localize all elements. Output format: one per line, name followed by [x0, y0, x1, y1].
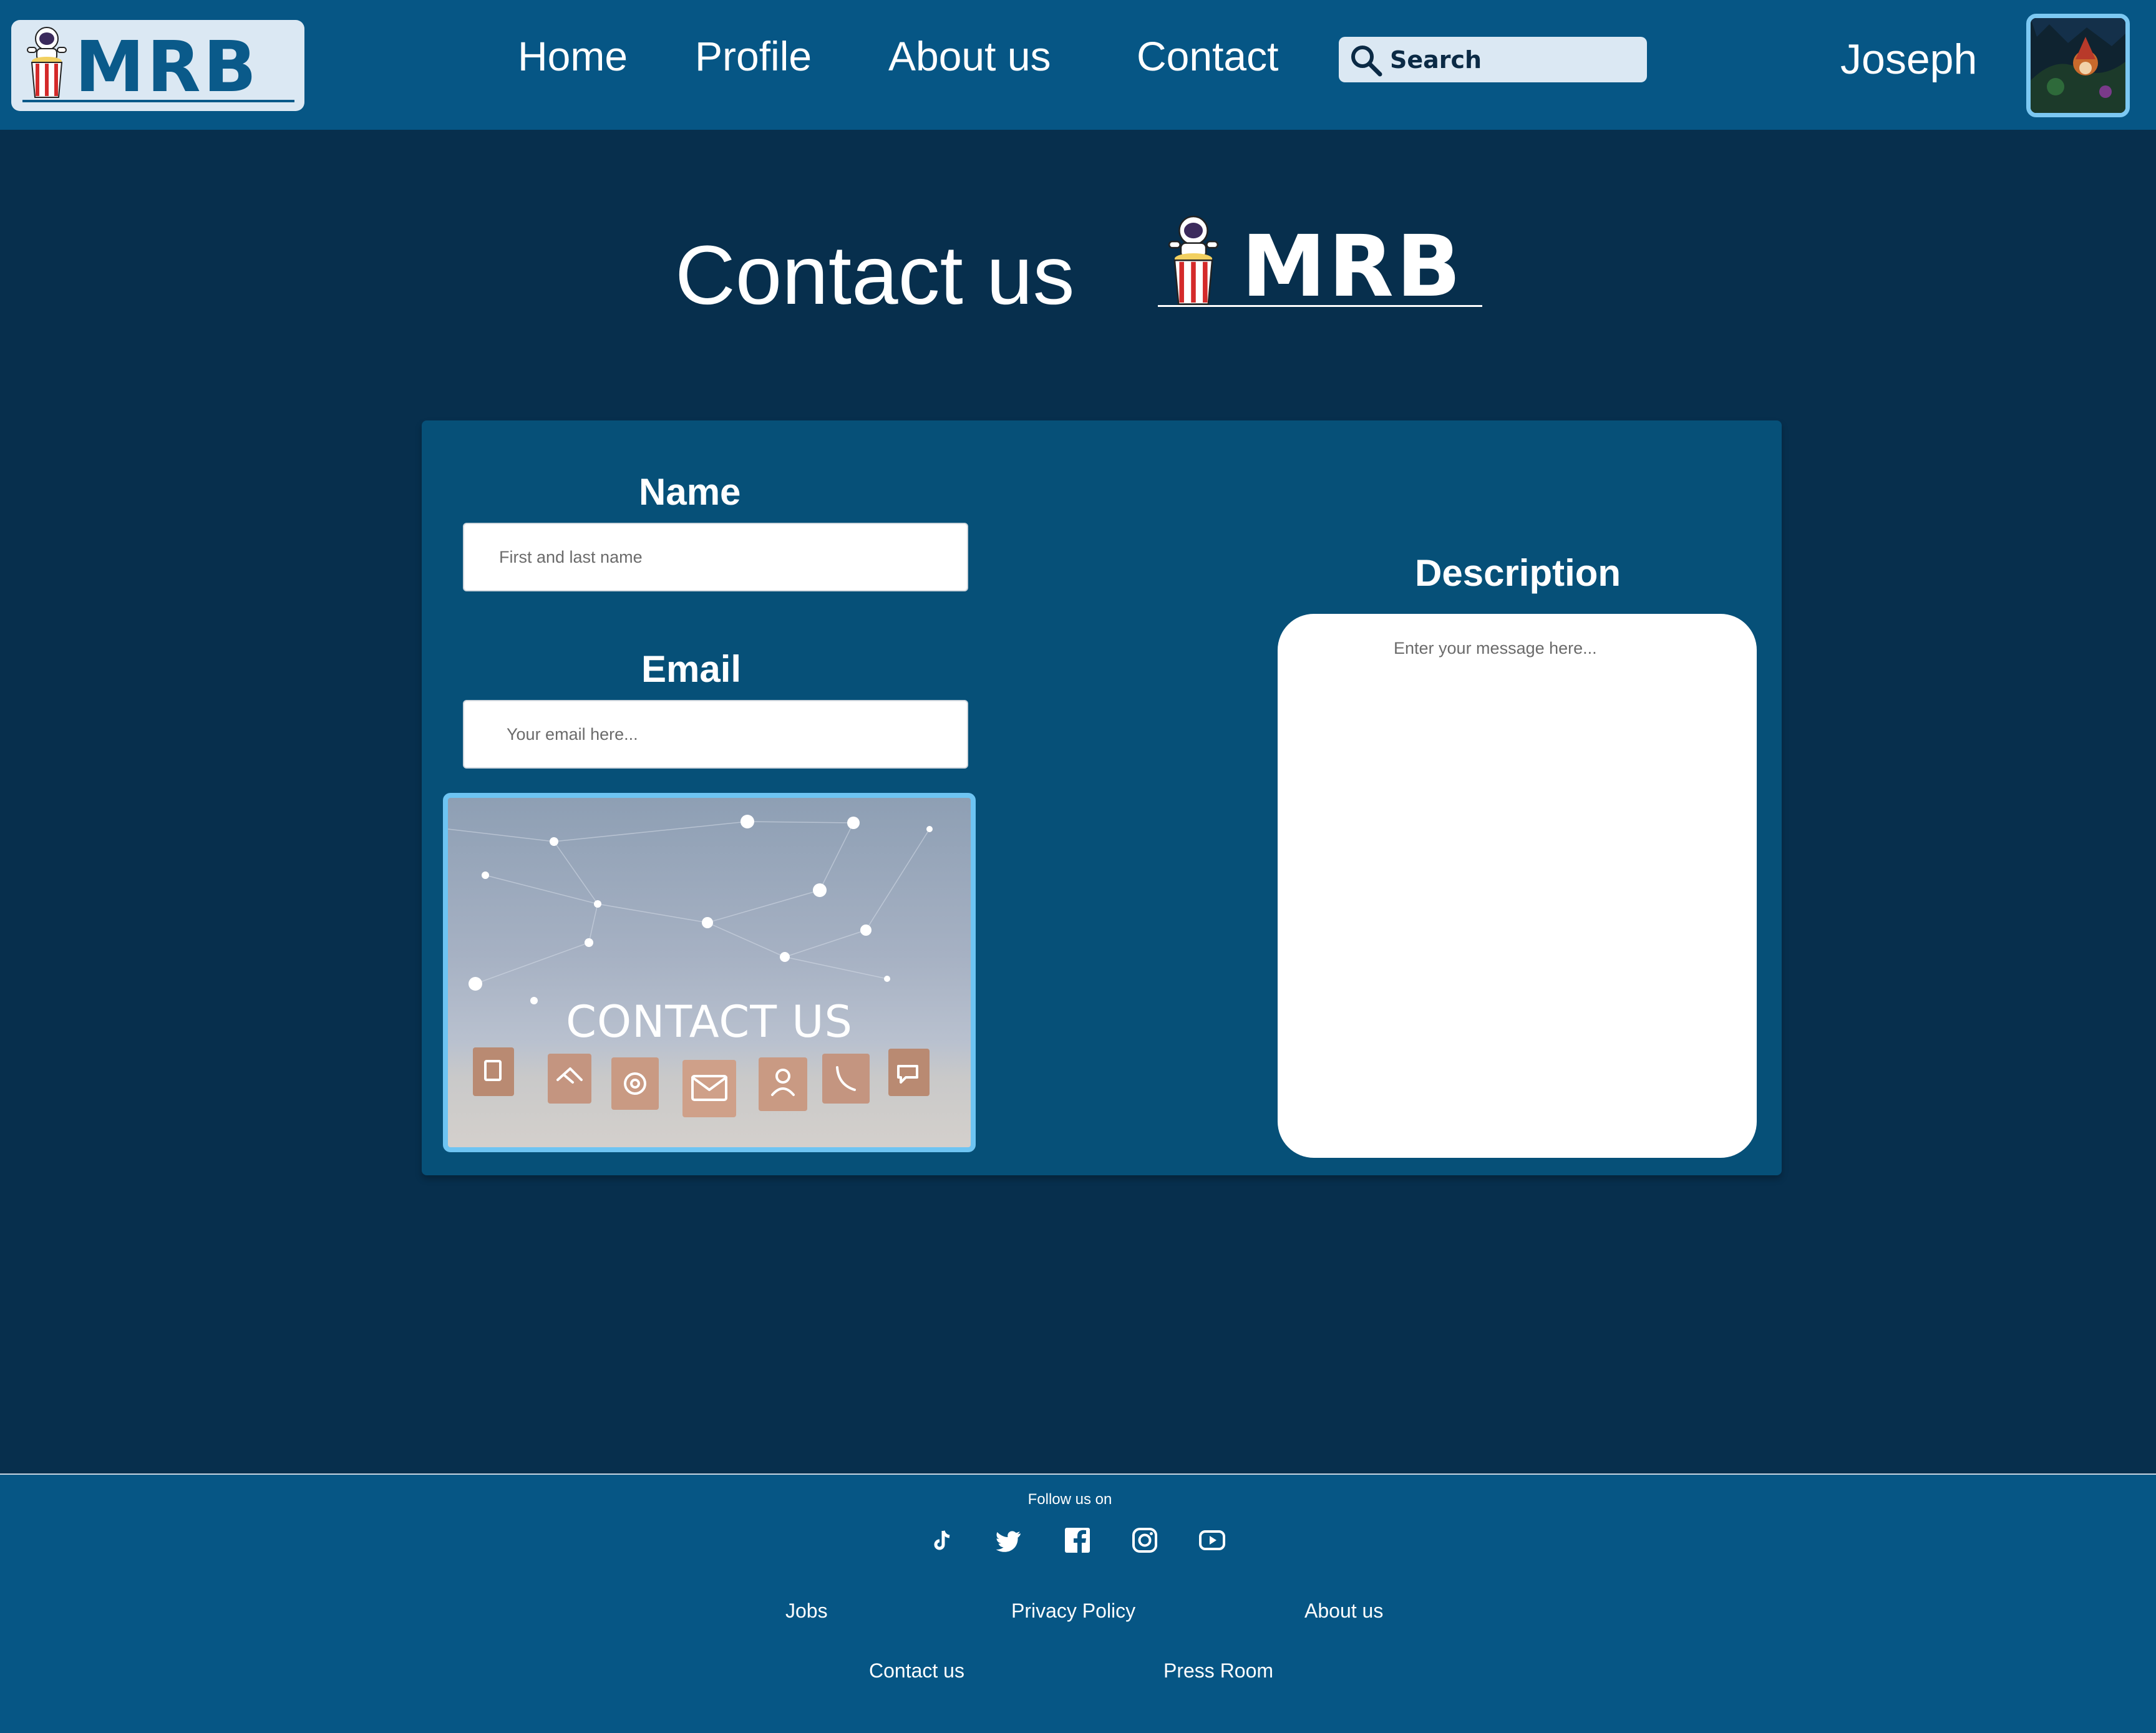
top-navigation-bar: MRB Home Profile About us Contact Joseph — [0, 0, 2156, 130]
search-box[interactable] — [1339, 37, 1647, 82]
tiktok-icon[interactable] — [928, 1526, 957, 1555]
footer-link-about-us[interactable]: About us — [1304, 1600, 1383, 1623]
youtube-icon[interactable] — [1198, 1526, 1226, 1555]
nav-contact[interactable]: Contact — [1137, 32, 1278, 80]
email-input[interactable] — [463, 700, 968, 769]
title-logo-underline — [1158, 305, 1482, 307]
instagram-icon[interactable] — [1130, 1526, 1159, 1555]
email-label: Email — [641, 648, 742, 690]
twitter-icon[interactable] — [996, 1526, 1024, 1555]
username[interactable]: Joseph — [1840, 35, 1977, 84]
contact-form-card: Name Email — [422, 420, 1782, 1175]
footer-link-press-room[interactable]: Press Room — [1163, 1659, 1273, 1682]
nav-home[interactable]: Home — [518, 32, 628, 80]
astronaut-popcorn-mascot-icon — [1168, 215, 1219, 305]
facebook-icon[interactable] — [1063, 1526, 1092, 1555]
avatar-image — [2031, 18, 2125, 113]
name-label: Name — [639, 471, 741, 513]
page-title: Contact us — [675, 229, 1075, 322]
nav-about-us[interactable]: About us — [888, 32, 1051, 80]
network-background — [448, 815, 933, 1117]
site-logo[interactable]: MRB — [11, 20, 304, 111]
astronaut-popcorn-mascot-icon — [27, 27, 67, 98]
description-label: Description — [1415, 552, 1621, 594]
contact-us-image-text: CONTACT US — [566, 996, 853, 1047]
nav-profile[interactable]: Profile — [695, 32, 812, 80]
contact-us-image: CONTACT US — [443, 793, 976, 1152]
name-input[interactable] — [463, 523, 968, 591]
logo-text: MRB — [75, 27, 260, 108]
footer-link-contact-us[interactable]: Contact us — [869, 1659, 964, 1682]
title-logo-text: MRB — [1241, 218, 1464, 316]
search-input[interactable] — [1390, 37, 1639, 82]
logo-underline — [22, 100, 294, 102]
footer-link-jobs[interactable]: Jobs — [785, 1600, 828, 1623]
footer: Follow us on Jobs Privacy Policy About u… — [0, 1475, 2156, 1733]
footer-link-privacy-policy[interactable]: Privacy Policy — [1011, 1600, 1135, 1623]
description-textarea[interactable] — [1278, 614, 1757, 1158]
follow-us-label: Follow us on — [1027, 1491, 1112, 1508]
avatar[interactable] — [2026, 14, 2130, 117]
search-icon[interactable] — [1349, 43, 1384, 78]
